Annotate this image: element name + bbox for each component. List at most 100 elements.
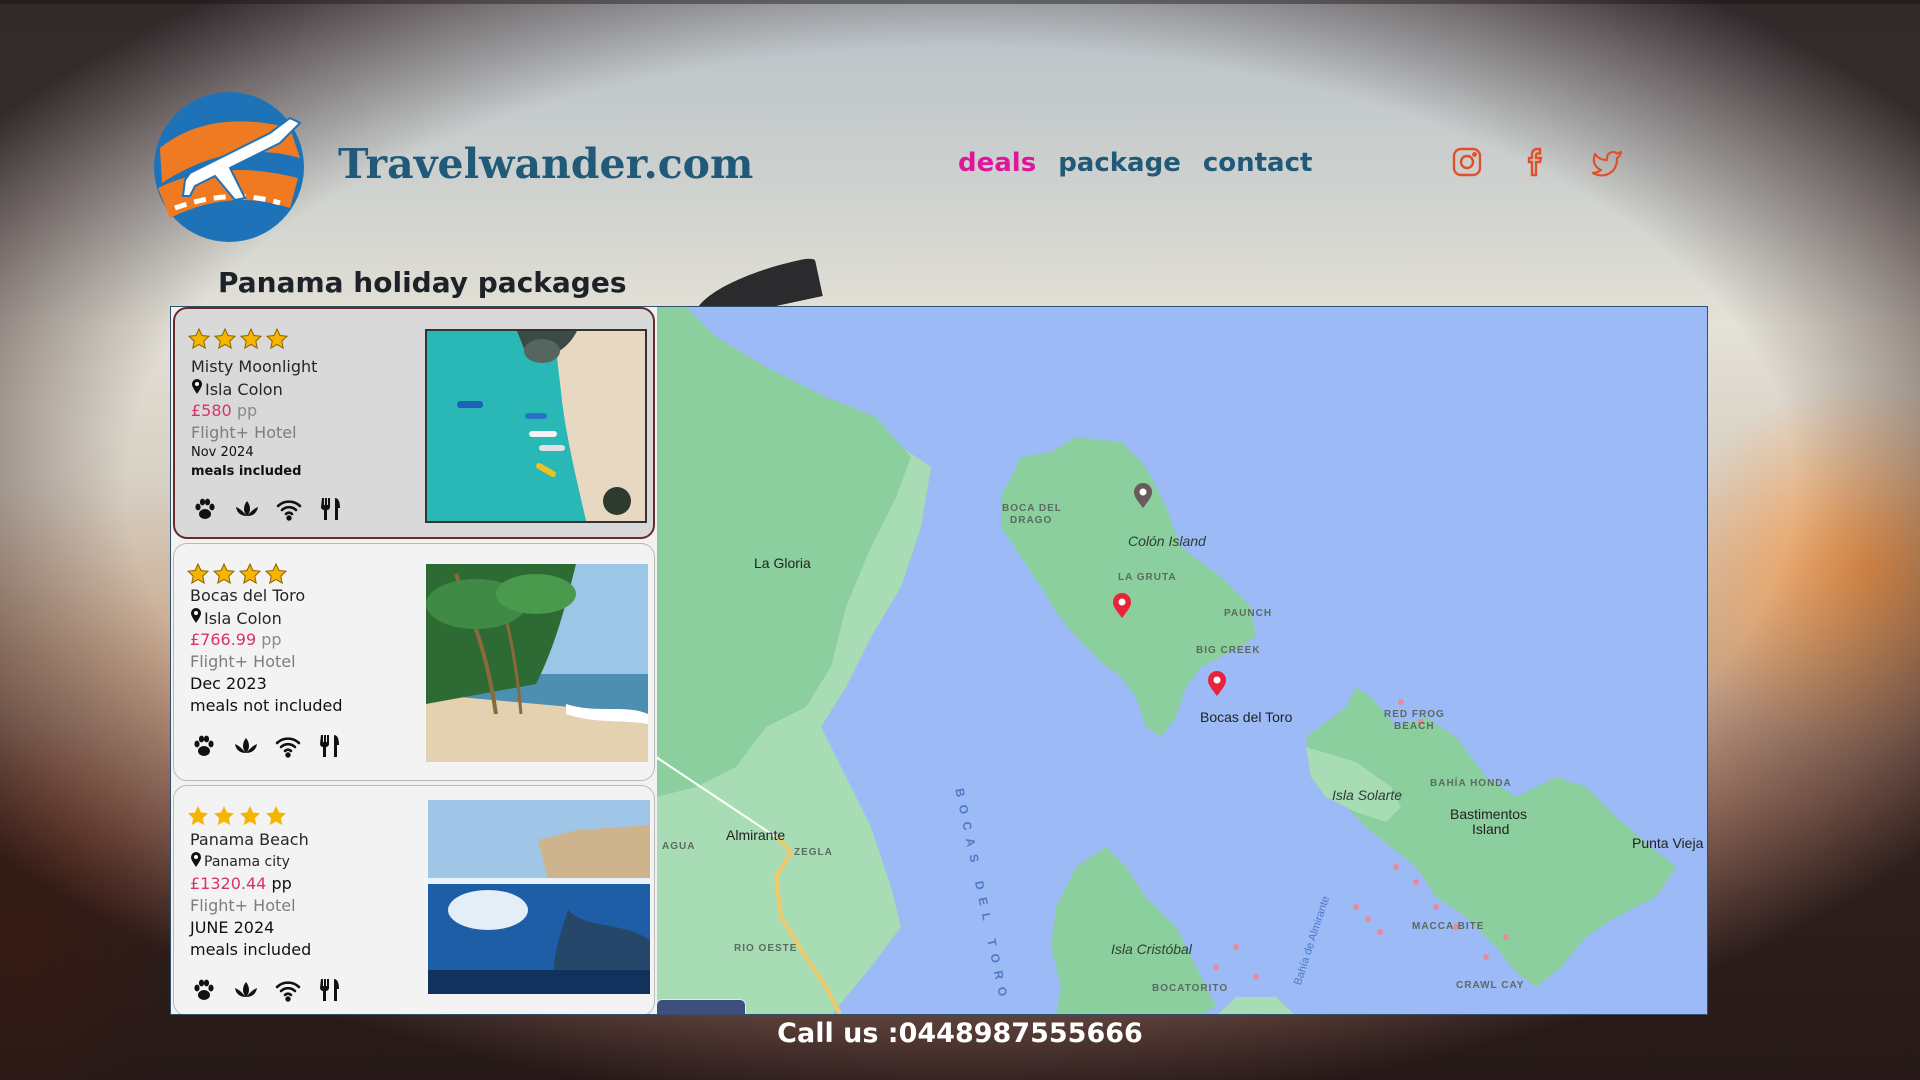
location-label: Isla Colon [204, 608, 282, 628]
amenities [191, 495, 345, 523]
lotus-icon [233, 495, 261, 523]
star-icon [238, 804, 262, 828]
map-label-boca-del: BOCA DEL [1002, 503, 1062, 514]
map-label-bastimentos: Bastimentos [1450, 806, 1528, 822]
map-label-paunch: PAUNCH [1224, 608, 1273, 619]
package-list: Misty Moonlight Isla Colon £580 pp Fligh… [171, 307, 657, 1014]
amenities [190, 732, 344, 760]
brand-name[interactable]: Travelwander.com [338, 140, 753, 188]
map-label-bocas-del-toro: Bocas del Toro [1200, 709, 1293, 725]
package-card[interactable]: Bocas del Toro Isla Colon £766.99 pp Fli… [173, 543, 655, 781]
paw-icon [191, 495, 219, 523]
lotus-icon [232, 976, 260, 1004]
map-label-la-gloria: La Gloria [754, 555, 811, 571]
package-location: Isla Colon [191, 379, 283, 399]
package-meals: meals included [190, 940, 312, 959]
wifi-icon [274, 976, 302, 1004]
package-card[interactable]: Panama Beach Panama city £1320.44 pp Fli… [173, 785, 655, 1014]
package-type: Flight+ Hotel [190, 896, 296, 915]
price-amount: £766.99 [190, 630, 257, 649]
package-meals: meals included [191, 464, 302, 479]
star-icon [265, 327, 289, 351]
nav-contact[interactable]: contact [1203, 148, 1313, 178]
map-label-isla-solarte: Isla Solarte [1332, 787, 1403, 803]
map-label-bahia-honda: BAHÍA HONDA [1430, 778, 1512, 789]
instagram-icon[interactable] [1450, 145, 1484, 179]
restaurant-icon [317, 495, 345, 523]
star-rating [186, 562, 288, 586]
location-label: Panama city [204, 854, 290, 870]
nav-deals[interactable]: deals [958, 148, 1036, 178]
map-label-la-gruta: LA GRUTA [1118, 572, 1177, 583]
price-unit: pp [261, 630, 282, 649]
package-name: Panama Beach [190, 830, 309, 849]
package-photo[interactable] [428, 800, 650, 994]
paw-icon [190, 976, 218, 1004]
map-label-red-frog: RED FROG [1384, 709, 1445, 720]
window-top-line [0, 0, 1920, 4]
package-location: Panama city [190, 852, 290, 872]
star-icon [264, 562, 288, 586]
package-date: Dec 2023 [190, 674, 267, 693]
map-label-isla-cristobal: Isla Cristóbal [1111, 941, 1192, 957]
package-price: £1320.44 pp [190, 874, 292, 893]
package-location: Isla Colon [190, 608, 282, 628]
package-price: £766.99 pp [190, 630, 282, 649]
package-photo[interactable] [426, 564, 648, 762]
map-view[interactable]: La Gloria BOCA DEL DRAGO Colón Island LA… [656, 307, 1707, 1014]
price-unit: pp [236, 401, 258, 420]
amenities [190, 976, 344, 1004]
paw-icon [190, 732, 218, 760]
results-panel: La Gloria BOCA DEL DRAGO Colón Island LA… [170, 306, 1708, 1015]
location-pin-icon [191, 379, 203, 399]
star-rating [187, 327, 289, 351]
package-date: Nov 2024 [191, 445, 254, 460]
facebook-icon[interactable] [1520, 145, 1554, 179]
map-pin-icon[interactable] [1112, 593, 1132, 619]
map-label-crawl-cay: CRAWL CAY [1456, 980, 1525, 991]
page-title: Panama holiday packages [218, 266, 627, 299]
map-label-macca-bite: MACCA BITE [1412, 921, 1485, 932]
map-pin-icon[interactable] [1133, 483, 1153, 509]
star-icon [212, 804, 236, 828]
price-amount: £1320.44 [190, 874, 267, 893]
map-label-almirante: Almirante [726, 827, 786, 843]
star-icon [213, 327, 237, 351]
lotus-icon [232, 732, 260, 760]
package-type: Flight+ Hotel [191, 423, 297, 442]
restaurant-icon [316, 976, 344, 1004]
star-icon [187, 327, 211, 351]
map-label-punta-vieja: Punta Vieja [1632, 835, 1704, 851]
twitter-icon[interactable] [1590, 145, 1624, 179]
package-card[interactable]: Misty Moonlight Isla Colon £580 pp Fligh… [173, 307, 655, 539]
package-date: JUNE 2024 [190, 918, 275, 937]
package-name: Misty Moonlight [191, 357, 318, 376]
star-icon [239, 327, 263, 351]
location-pin-icon [190, 608, 202, 628]
star-rating [186, 804, 288, 828]
nav-package[interactable]: package [1058, 148, 1181, 178]
main-nav: deals package contact [958, 148, 1312, 178]
location-label: Isla Colon [205, 379, 283, 399]
map-label-rio-oeste: RIO OESTE [734, 943, 798, 954]
star-icon [212, 562, 236, 586]
map-label-bocatorito: BOCATORITO [1152, 983, 1229, 994]
package-meals: meals not included [190, 696, 343, 715]
star-icon [186, 804, 210, 828]
wifi-icon [274, 732, 302, 760]
logo[interactable] [150, 88, 308, 246]
star-icon [264, 804, 288, 828]
social-links [1450, 145, 1624, 179]
price-unit: pp [271, 874, 292, 893]
star-icon [186, 562, 210, 586]
package-name: Bocas del Toro [190, 586, 306, 605]
map-label-big-creek: BIG CREEK [1196, 645, 1261, 656]
star-icon [238, 562, 262, 586]
map-label-colon-island: Colón Island [1128, 533, 1206, 549]
map-pin-icon[interactable] [1207, 671, 1227, 697]
map-layer-thumbnail[interactable] [656, 999, 746, 1014]
restaurant-icon [316, 732, 344, 760]
price-amount: £580 [191, 401, 232, 420]
package-photo[interactable] [425, 329, 647, 523]
footer-phone[interactable]: Call us :0448987555666 [0, 1018, 1920, 1049]
